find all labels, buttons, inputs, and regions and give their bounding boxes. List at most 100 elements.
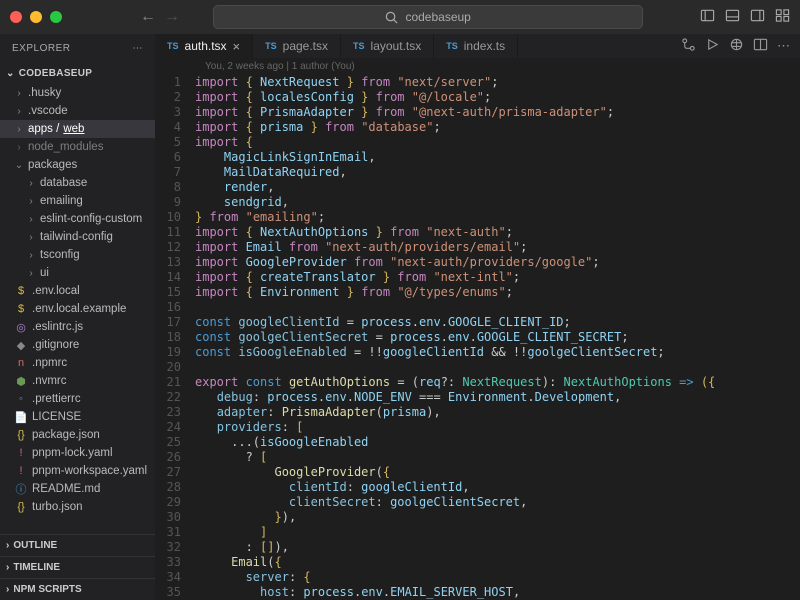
folder-item[interactable]: ⌄packages [0,156,155,174]
chevron-icon: › [26,268,36,279]
file-item[interactable]: n.npmrc [0,354,155,372]
layout-controls [700,8,790,26]
file-item[interactable]: 📄 LICENSE [0,408,155,426]
tree-item-label: LICENSE [32,411,81,423]
maximize-window[interactable] [50,11,62,23]
lang-badge: TS [446,41,458,51]
explorer-more-icon[interactable]: ⋯ [133,43,144,54]
folder-item[interactable]: › ui [0,264,155,282]
file-item[interactable]: ⬢ .nvmrc [0,372,155,390]
folder-item[interactable]: › .vscode [0,102,155,120]
project-root[interactable]: ⌄ CODEBASEUP [0,62,155,84]
editor-tab[interactable]: TS auth.tsx × [155,34,253,58]
nav-arrows: ← → [140,8,180,26]
tree-item-label: pnpm-workspace.yaml [32,465,147,477]
file-item[interactable]: !pnpm-workspace.yaml [0,462,155,480]
timeline-section[interactable]: ›TIMELINE [0,556,155,578]
nav-back-icon[interactable]: ← [140,8,156,26]
file-item[interactable]: ◦.prettierrc [0,390,155,408]
code-editor[interactable]: 1234567891011121314151617181920212223242… [155,75,800,600]
close-window[interactable] [10,11,22,23]
toggle-panel-icon[interactable] [725,8,740,26]
tree-item-label: database [40,177,87,189]
chevron-icon: › [14,142,24,153]
tab-label: auth.tsx [185,39,227,53]
command-center-text: codebaseup [405,10,470,24]
folder-item[interactable]: ›tailwind-config [0,228,155,246]
tree-item-label: turbo.json [32,501,83,513]
split-editor-icon[interactable] [753,37,768,55]
tree-item-label: ui [40,267,49,279]
explorer-sidebar: EXPLORER ⋯ ⌄ CODEBASEUP ›.husky›.vscode›… [0,34,155,600]
folder-item[interactable]: ›emailing [0,192,155,210]
tree-item-label: .npmrc [32,357,67,369]
toggle-secondary-sidebar-icon[interactable] [750,8,765,26]
file-item[interactable]: $.env.local [0,282,155,300]
tree-item-label: emailing [40,195,83,207]
tab-label: index.ts [464,39,505,53]
tab-actions: ⋯ [671,34,800,58]
folder-item[interactable]: ›apps / web [0,120,155,138]
tree-item-label: packages [28,159,77,171]
lang-badge: TS [167,41,179,51]
lang-badge: TS [265,41,277,51]
tree-item-label: node_modules [28,141,103,153]
chevron-icon: › [14,124,24,135]
file-item[interactable]: {}package.json [0,426,155,444]
tree-item-label: .eslintrc.js [32,321,83,333]
more-actions-icon[interactable]: ⋯ [777,38,790,54]
file-tree: ›.husky›.vscode›apps / web›node_modules⌄… [0,84,155,534]
outline-section[interactable]: ›OUTLINE [0,534,155,556]
toggle-primary-sidebar-icon[interactable] [700,8,715,26]
window-controls [10,11,62,23]
tree-item-label: .prettierrc [32,393,81,405]
line-number-gutter: 1234567891011121314151617181920212223242… [155,75,195,600]
editor-tab[interactable]: TS index.ts [434,34,518,58]
close-tab-icon[interactable]: × [233,39,241,54]
file-icon: {} [14,501,28,513]
folder-item[interactable]: › node_modules [0,138,155,156]
tree-item-label: web [63,123,84,135]
folder-item[interactable]: ›tsconfig [0,246,155,264]
tree-item-label: README.md [32,483,100,495]
file-item[interactable]: $ .env.local.example [0,300,155,318]
file-item[interactable]: ◆.gitignore [0,336,155,354]
tree-item-label: pnpm-lock.yaml [32,447,113,459]
command-center[interactable]: codebaseup [213,5,643,29]
folder-item[interactable]: ›.husky [0,84,155,102]
folder-item[interactable]: ›eslint-config-custom [0,210,155,228]
diff-icon[interactable] [681,37,696,55]
preview-icon[interactable] [729,37,744,55]
tab-bar: TS auth.tsx × TS page.tsx TSlayout.tsx TS index… [155,34,800,58]
file-icon: ⬢ [14,375,28,388]
tree-item-label: .husky [28,87,61,99]
file-item[interactable]: {} turbo.json [0,498,155,516]
editor-tab[interactable]: TS page.tsx [253,34,341,58]
minimize-window[interactable] [30,11,42,23]
nav-forward-icon[interactable]: → [164,8,180,26]
tree-item-label: tailwind-config [40,231,113,243]
chevron-icon: › [14,106,24,117]
file-item[interactable]: ⓘREADME.md [0,480,155,498]
editor-tab[interactable]: TSlayout.tsx [341,34,434,58]
file-item[interactable]: ! pnpm-lock.yaml [0,444,155,462]
file-icon: $ [14,303,28,315]
file-item[interactable]: ◎.eslintrc.js [0,318,155,336]
editor-area: TS auth.tsx × TS page.tsx TSlayout.tsx TS index… [155,34,800,600]
tree-item-label: .env.local.example [32,303,126,315]
folder-item[interactable]: ›database [0,174,155,192]
tree-item-label: eslint-config-custom [40,213,142,225]
tab-label: page.tsx [283,39,328,53]
customize-layout-icon[interactable] [775,8,790,26]
tree-item-label: tsconfig [40,249,80,261]
run-icon[interactable] [705,37,720,55]
tree-item-label: .env.local [32,285,80,297]
file-icon: 📄 [14,411,28,424]
tree-item-label: .vscode [28,105,68,117]
npm-scripts-section[interactable]: ›NPM SCRIPTS [0,578,155,600]
tree-item-label: .nvmrc [32,375,67,387]
file-icon: {} [14,429,28,441]
file-icon: ◆ [14,339,28,352]
file-icon: ! [14,447,28,459]
code-lines[interactable]: import { NextRequest } from "next/server… [195,75,800,600]
